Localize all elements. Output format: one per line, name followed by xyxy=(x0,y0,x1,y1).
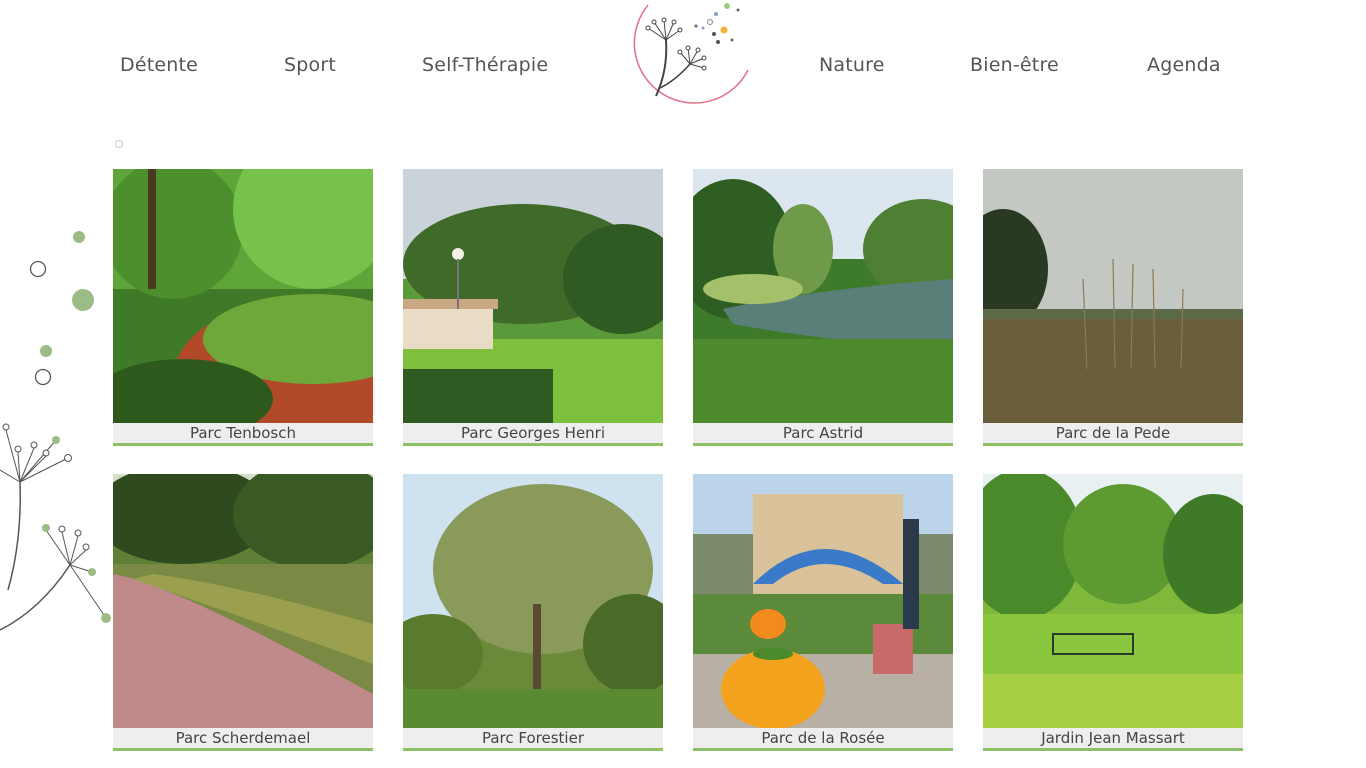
nav-detente[interactable]: Détente xyxy=(120,54,198,76)
park-name: Parc Tenbosch xyxy=(113,423,373,443)
caption-underline xyxy=(113,443,373,446)
nav-agenda[interactable]: Agenda xyxy=(1147,54,1221,76)
park-photo xyxy=(113,169,373,423)
park-card-forestier[interactable]: Parc Forestier xyxy=(403,474,663,752)
caption-underline xyxy=(983,748,1243,751)
nav-nature[interactable]: Nature xyxy=(819,54,885,76)
park-name: Parc de la Pede xyxy=(983,423,1243,443)
park-card-tenbosch[interactable]: Parc Tenbosch xyxy=(113,169,373,447)
park-name: Parc Georges Henri xyxy=(403,423,663,443)
park-name: Parc Astrid xyxy=(693,423,953,443)
caption-underline xyxy=(693,748,953,751)
caption-underline xyxy=(113,748,373,751)
park-card-scherdemael[interactable]: Parc Scherdemael xyxy=(113,474,373,752)
park-card-georges-henri[interactable]: Parc Georges Henri xyxy=(403,169,663,447)
nav-self-therapie[interactable]: Self-Thérapie xyxy=(422,54,548,76)
park-photo xyxy=(113,474,373,728)
park-photo xyxy=(983,474,1243,728)
caption-underline xyxy=(403,443,663,446)
caption-underline xyxy=(983,443,1243,446)
park-photo xyxy=(403,474,663,728)
dandelion-logo-icon[interactable] xyxy=(618,0,754,118)
park-name: Parc Forestier xyxy=(403,728,663,748)
caption-underline xyxy=(693,443,953,446)
park-photo xyxy=(693,474,953,728)
caption-underline xyxy=(403,748,663,751)
dandelion-decoration-icon xyxy=(0,231,111,631)
park-photo xyxy=(693,169,953,423)
park-name: Parc de la Rosée xyxy=(693,728,953,748)
park-photo xyxy=(403,169,663,423)
slider-dot[interactable] xyxy=(115,140,123,148)
park-photo xyxy=(983,169,1243,423)
park-card-de-la-rosee[interactable]: Parc de la Rosée xyxy=(693,474,953,752)
park-name: Jardin Jean Massart xyxy=(983,728,1243,748)
park-card-astrid[interactable]: Parc Astrid xyxy=(693,169,953,447)
nav-sport[interactable]: Sport xyxy=(284,54,336,76)
park-name: Parc Scherdemael xyxy=(113,728,373,748)
nav-bien-etre[interactable]: Bien-être xyxy=(970,54,1059,76)
park-card-jardin-jean-massart[interactable]: Jardin Jean Massart xyxy=(983,474,1243,752)
park-card-de-la-pede[interactable]: Parc de la Pede xyxy=(983,169,1243,447)
